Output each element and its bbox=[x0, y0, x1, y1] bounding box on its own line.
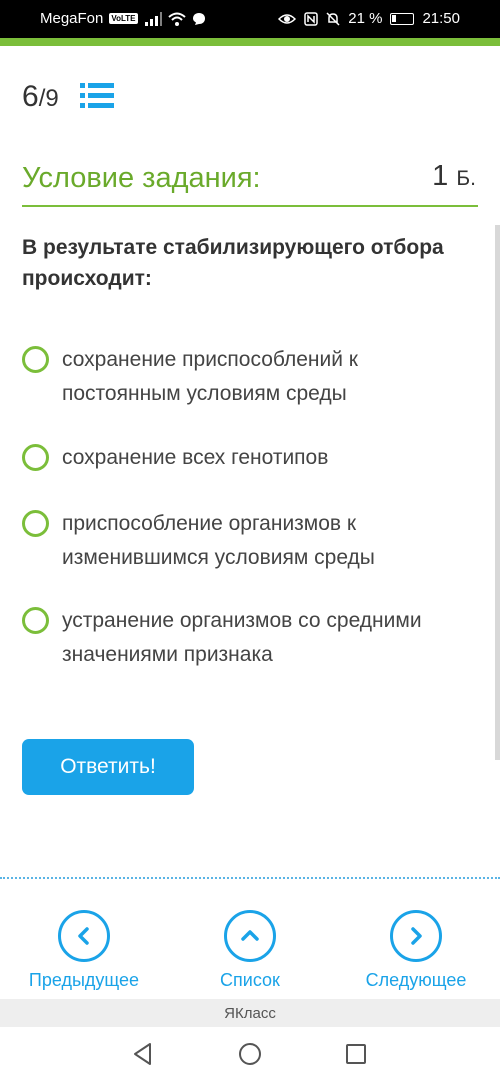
progress-total: /9 bbox=[38, 85, 59, 112]
scrollbar[interactable] bbox=[495, 225, 500, 760]
wifi-icon bbox=[167, 12, 186, 26]
nav-divider bbox=[0, 877, 500, 879]
answer-option-text: приспособление организмов к изменившимся… bbox=[62, 512, 375, 569]
chevron-right-icon[interactable] bbox=[390, 910, 442, 962]
task-list-button[interactable]: Список bbox=[175, 910, 325, 991]
radio-button-1[interactable] bbox=[22, 346, 49, 373]
radio-button-3[interactable] bbox=[22, 510, 49, 537]
top-accent-strip bbox=[0, 38, 500, 46]
previous-label[interactable]: Предыдущее bbox=[29, 970, 139, 991]
footer-brand: ЯКласс bbox=[224, 1004, 276, 1022]
battery-icon bbox=[390, 12, 415, 25]
title-divider bbox=[22, 205, 478, 207]
radio-button-4[interactable] bbox=[22, 607, 49, 634]
condition-title: Условие задания: bbox=[22, 162, 261, 194]
next-label[interactable]: Следующее bbox=[366, 970, 467, 991]
question-text: В результате стабилизирующего отбора про… bbox=[22, 236, 444, 290]
battery-percent: 21 % bbox=[348, 10, 383, 27]
eye-icon bbox=[278, 13, 297, 24]
back-triangle-icon[interactable] bbox=[130, 1041, 156, 1067]
chevron-up-icon[interactable] bbox=[224, 910, 276, 962]
mute-bell-icon bbox=[326, 11, 340, 26]
answer-option-2[interactable]: сохранение всех генотипов bbox=[22, 441, 462, 475]
message-icon bbox=[192, 12, 205, 25]
answer-option-4[interactable]: устранение организмов со средними значен… bbox=[22, 604, 462, 672]
points-value: 1 Б. bbox=[432, 160, 476, 193]
points-unit: Б. bbox=[456, 167, 476, 190]
signal-icon bbox=[144, 11, 162, 26]
chevron-left-icon[interactable] bbox=[58, 910, 110, 962]
system-nav-bar bbox=[0, 1027, 500, 1083]
battery-fill bbox=[392, 14, 397, 22]
status-left: MegaFon VoLTE bbox=[40, 10, 206, 27]
points-number: 1 bbox=[432, 160, 449, 192]
nfc-icon bbox=[304, 11, 318, 26]
answer-option-1[interactable]: сохранение приспособлений к постоянным у… bbox=[22, 343, 462, 411]
task-progress: 6 /9 bbox=[22, 80, 59, 114]
answer-button[interactable]: Ответить! bbox=[22, 739, 194, 795]
status-bar: MegaFon VoLTE 21 % 21:50 bbox=[0, 0, 500, 38]
home-circle-icon[interactable] bbox=[237, 1041, 263, 1067]
carrier-name: MegaFon bbox=[40, 10, 104, 27]
answer-option-text: сохранение всех генотипов bbox=[62, 446, 329, 469]
answer-option-3[interactable]: приспособление организмов к изменившимся… bbox=[22, 507, 462, 575]
answer-option-text: устранение организмов со средними значен… bbox=[62, 609, 422, 666]
progress-current: 6 bbox=[22, 80, 39, 113]
list-label[interactable]: Список bbox=[220, 970, 280, 991]
recents-square-icon[interactable] bbox=[343, 1041, 369, 1067]
status-right: 21 % 21:50 bbox=[278, 10, 460, 27]
previous-task-button[interactable]: Предыдущее bbox=[9, 910, 159, 991]
answer-option-text: сохранение приспособлений к постоянным у… bbox=[62, 348, 358, 405]
radio-button-2[interactable] bbox=[22, 444, 49, 471]
task-list-icon[interactable] bbox=[80, 82, 114, 110]
volte-badge: VoLTE bbox=[109, 13, 138, 24]
footer-brand-bar: ЯКласс bbox=[0, 999, 500, 1027]
clock: 21:50 bbox=[422, 10, 460, 27]
next-task-button[interactable]: Следующее bbox=[341, 910, 491, 991]
